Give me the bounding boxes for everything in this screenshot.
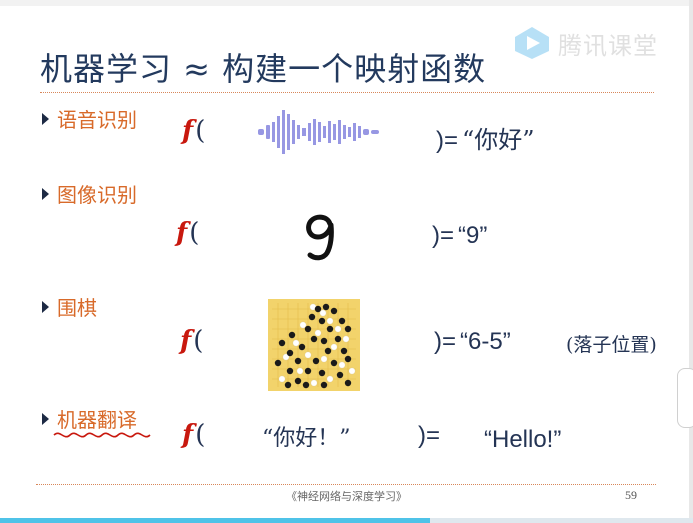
open-paren: ( — [193, 326, 204, 356]
function-symbol: f — [182, 116, 194, 146]
sound-waveform-image — [258, 110, 379, 154]
window-edge — [689, 0, 693, 523]
title-divider — [40, 92, 654, 93]
watermark-text: 腾讯课堂 — [558, 31, 658, 60]
bullet-triangle-icon — [42, 300, 49, 313]
result-speech: )= “你好” — [436, 120, 535, 155]
function-symbol: f — [182, 420, 194, 450]
tencent-classroom-watermark: 腾讯课堂 — [512, 24, 658, 62]
red-squiggle-annotation — [53, 432, 151, 438]
result-value: “你好” — [462, 126, 535, 154]
handwritten-digit-image — [306, 214, 334, 261]
bullet-triangle-icon — [42, 412, 49, 425]
section-image-recognition: 图像识别 — [42, 179, 137, 208]
function-f-translation: f( — [182, 420, 205, 450]
result-go: )= “6-5” — [434, 328, 511, 356]
open-paren: ( — [195, 116, 206, 146]
result-value: “6-5” — [460, 328, 511, 355]
open-paren: ( — [189, 218, 200, 248]
equals-close: )= — [434, 328, 457, 355]
footer-book-title: 《神经网络与深度学习》 — [286, 490, 407, 503]
section-label: 图像识别 — [57, 183, 137, 207]
go-board-image — [268, 299, 360, 391]
go-note: (落子位置) — [566, 334, 657, 356]
translation-result: “Hello!” — [484, 426, 562, 453]
slide-title: 机器学习 ≈ 构建一个映射函数 — [40, 50, 487, 88]
section-go: 围棋 — [42, 292, 97, 321]
section-label: 围棋 — [57, 296, 97, 320]
function-symbol: f — [176, 218, 188, 248]
progress-fill — [0, 518, 430, 523]
result-value: “9” — [458, 222, 488, 249]
result-image: )= “9” — [432, 222, 487, 250]
play-icon — [515, 27, 549, 59]
progress-bar — [0, 518, 693, 523]
page-number: 59 — [625, 488, 637, 502]
bullet-triangle-icon — [42, 112, 49, 125]
function-f-go: f( — [180, 326, 203, 356]
translation-input: “你好！” — [262, 426, 351, 451]
footer-divider — [36, 484, 656, 485]
function-f-image: f( — [176, 218, 199, 248]
bullet-triangle-icon — [42, 187, 49, 200]
function-symbol: f — [180, 326, 192, 356]
section-label: 语音识别 — [57, 108, 137, 132]
equals-close: )= — [432, 222, 455, 249]
equals-close: )= — [436, 127, 459, 154]
section-speech-recognition: 语音识别 — [42, 104, 137, 133]
translation-close: )= — [418, 422, 441, 449]
side-panel-handle[interactable] — [677, 368, 693, 428]
top-bar — [0, 0, 693, 6]
open-paren: ( — [195, 420, 206, 450]
function-f-speech: f( — [182, 116, 205, 146]
